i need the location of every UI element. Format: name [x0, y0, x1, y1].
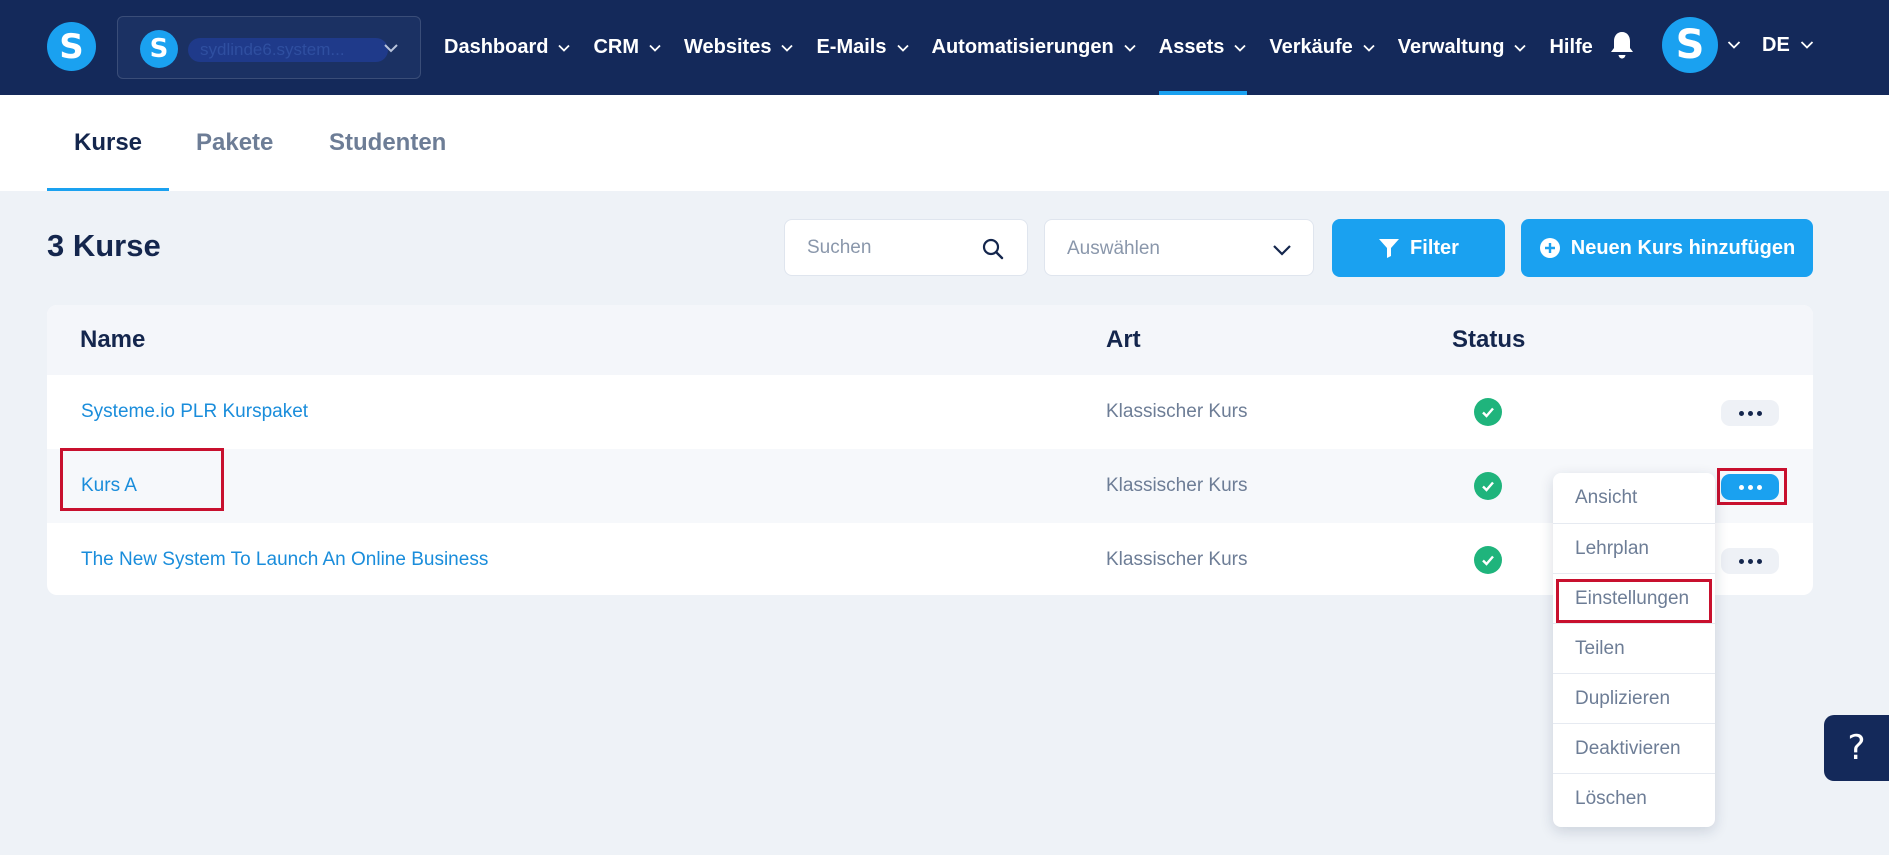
menu-item-deaktivieren[interactable]: Deaktivieren — [1553, 723, 1715, 773]
menu-item-teilen[interactable]: Teilen — [1553, 623, 1715, 673]
actions-menu: Ansicht Lehrplan Einstellungen Teilen Du… — [1553, 473, 1715, 827]
check-circle-icon — [1474, 472, 1502, 500]
select-placeholder: Auswählen — [1067, 238, 1160, 259]
filter-button-label: Filter — [1410, 236, 1459, 259]
search-icon[interactable] — [981, 237, 1005, 261]
check-circle-icon — [1474, 546, 1502, 574]
tab-studenten[interactable]: Studenten — [329, 95, 446, 191]
nav-label: Assets — [1158, 36, 1225, 58]
highlight-box — [60, 448, 224, 511]
filter-button[interactable]: Filter — [1332, 219, 1505, 277]
nav-item-hilfe[interactable]: Hilfe — [1549, 0, 1592, 95]
tab-pakete[interactable]: Pakete — [196, 95, 273, 191]
menu-item-lehrplan[interactable]: Lehrplan — [1553, 523, 1715, 573]
nav-item-websites[interactable]: Websites — [684, 0, 794, 95]
nav-label: CRM — [593, 36, 640, 58]
nav-label: Dashboard — [444, 36, 549, 58]
nav-item-crm[interactable]: CRM — [593, 0, 662, 95]
chevron-down-icon — [1514, 44, 1527, 52]
add-course-button-label: Neuen Kurs hinzufügen — [1570, 236, 1796, 259]
column-header-art: Art — [1106, 326, 1141, 353]
nav-label: Automatisierungen — [931, 36, 1114, 58]
nav-label: Hilfe — [1549, 36, 1593, 58]
account-logo: S — [140, 30, 178, 68]
user-avatar[interactable]: S — [1662, 17, 1718, 73]
page-title: 3 Kurse — [47, 228, 161, 263]
main-menu: Dashboard CRM Websites E-Mails Automatis… — [444, 0, 1615, 95]
chevron-down-icon — [1124, 44, 1136, 52]
nav-item-verwaltung[interactable]: Verwaltung — [1398, 0, 1528, 95]
course-type: Klassischer Kurs — [1106, 549, 1248, 570]
course-type: Klassischer Kurs — [1106, 401, 1248, 422]
nav-item-assets[interactable]: Assets — [1158, 0, 1248, 95]
chevron-down-icon — [1363, 44, 1375, 52]
menu-item-ansicht[interactable]: Ansicht — [1553, 473, 1715, 523]
nav-label: E-Mails — [816, 36, 887, 58]
language-selector[interactable]: DE — [1762, 34, 1790, 57]
course-name-link[interactable]: Systeme.io PLR Kurspaket — [81, 401, 308, 423]
more-actions-button[interactable] — [1721, 548, 1779, 574]
search-field[interactable] — [784, 219, 1028, 276]
menu-item-duplizieren[interactable]: Duplizieren — [1553, 673, 1715, 723]
chevron-down-icon[interactable] — [1726, 37, 1742, 53]
chevron-down-icon — [781, 44, 794, 52]
search-input[interactable] — [807, 236, 977, 260]
highlight-box — [1717, 468, 1787, 505]
help-button[interactable]: ? — [1824, 715, 1889, 781]
column-header-name: Name — [80, 326, 146, 353]
account-switcher[interactable]: S sydlinde6.system... — [117, 16, 421, 79]
bell-icon[interactable] — [1609, 30, 1635, 60]
filter-icon — [1379, 239, 1400, 258]
chevron-down-icon — [384, 44, 398, 53]
chevron-down-icon — [1234, 44, 1246, 52]
table-header: Name Art Status — [47, 305, 1813, 375]
app-logo[interactable]: S — [47, 22, 96, 71]
nav-item-verkaeufe[interactable]: Verkäufe — [1269, 0, 1375, 95]
table-row: The New System To Launch An Online Busin… — [47, 523, 1813, 595]
add-course-button[interactable]: Neuen Kurs hinzufügen — [1521, 219, 1813, 277]
table-row: Systeme.io PLR Kurspaket Klassischer Kur… — [47, 375, 1813, 449]
nav-label: Websites — [684, 36, 772, 58]
nav-item-dashboard[interactable]: Dashboard — [444, 0, 571, 95]
table-row: Kurs A Klassischer Kurs — [47, 449, 1813, 523]
chevron-down-icon — [558, 44, 571, 52]
account-name: sydlinde6.system... — [188, 38, 388, 62]
nav-item-automatisierungen[interactable]: Automatisierungen — [932, 0, 1137, 95]
type-select[interactable]: Auswählen — [1044, 219, 1314, 276]
chevron-down-icon[interactable] — [1799, 37, 1815, 53]
nav-label: Verkäufe — [1269, 36, 1353, 58]
sub-tabs: Kurse Pakete Studenten — [0, 95, 1889, 191]
menu-item-loeschen[interactable]: Löschen — [1553, 773, 1715, 823]
chevron-down-icon — [896, 44, 909, 52]
column-header-status: Status — [1452, 326, 1526, 353]
chevron-down-icon — [1273, 245, 1291, 256]
chevron-down-icon — [649, 44, 661, 52]
nav-label: Verwaltung — [1397, 36, 1505, 58]
tab-kurse[interactable]: Kurse — [46, 95, 170, 191]
courses-table: Name Art Status Systeme.io PLR Kurspaket… — [47, 305, 1813, 595]
course-name-link[interactable]: The New System To Launch An Online Busin… — [81, 549, 488, 571]
highlight-box — [1556, 579, 1712, 623]
check-circle-icon — [1474, 398, 1502, 426]
nav-item-emails[interactable]: E-Mails — [816, 0, 909, 95]
top-navigation: S S sydlinde6.system... Dashboard CRM We… — [0, 0, 1889, 95]
plus-circle-icon — [1539, 238, 1560, 258]
course-type: Klassischer Kurs — [1106, 475, 1248, 496]
more-actions-button[interactable] — [1721, 400, 1779, 426]
